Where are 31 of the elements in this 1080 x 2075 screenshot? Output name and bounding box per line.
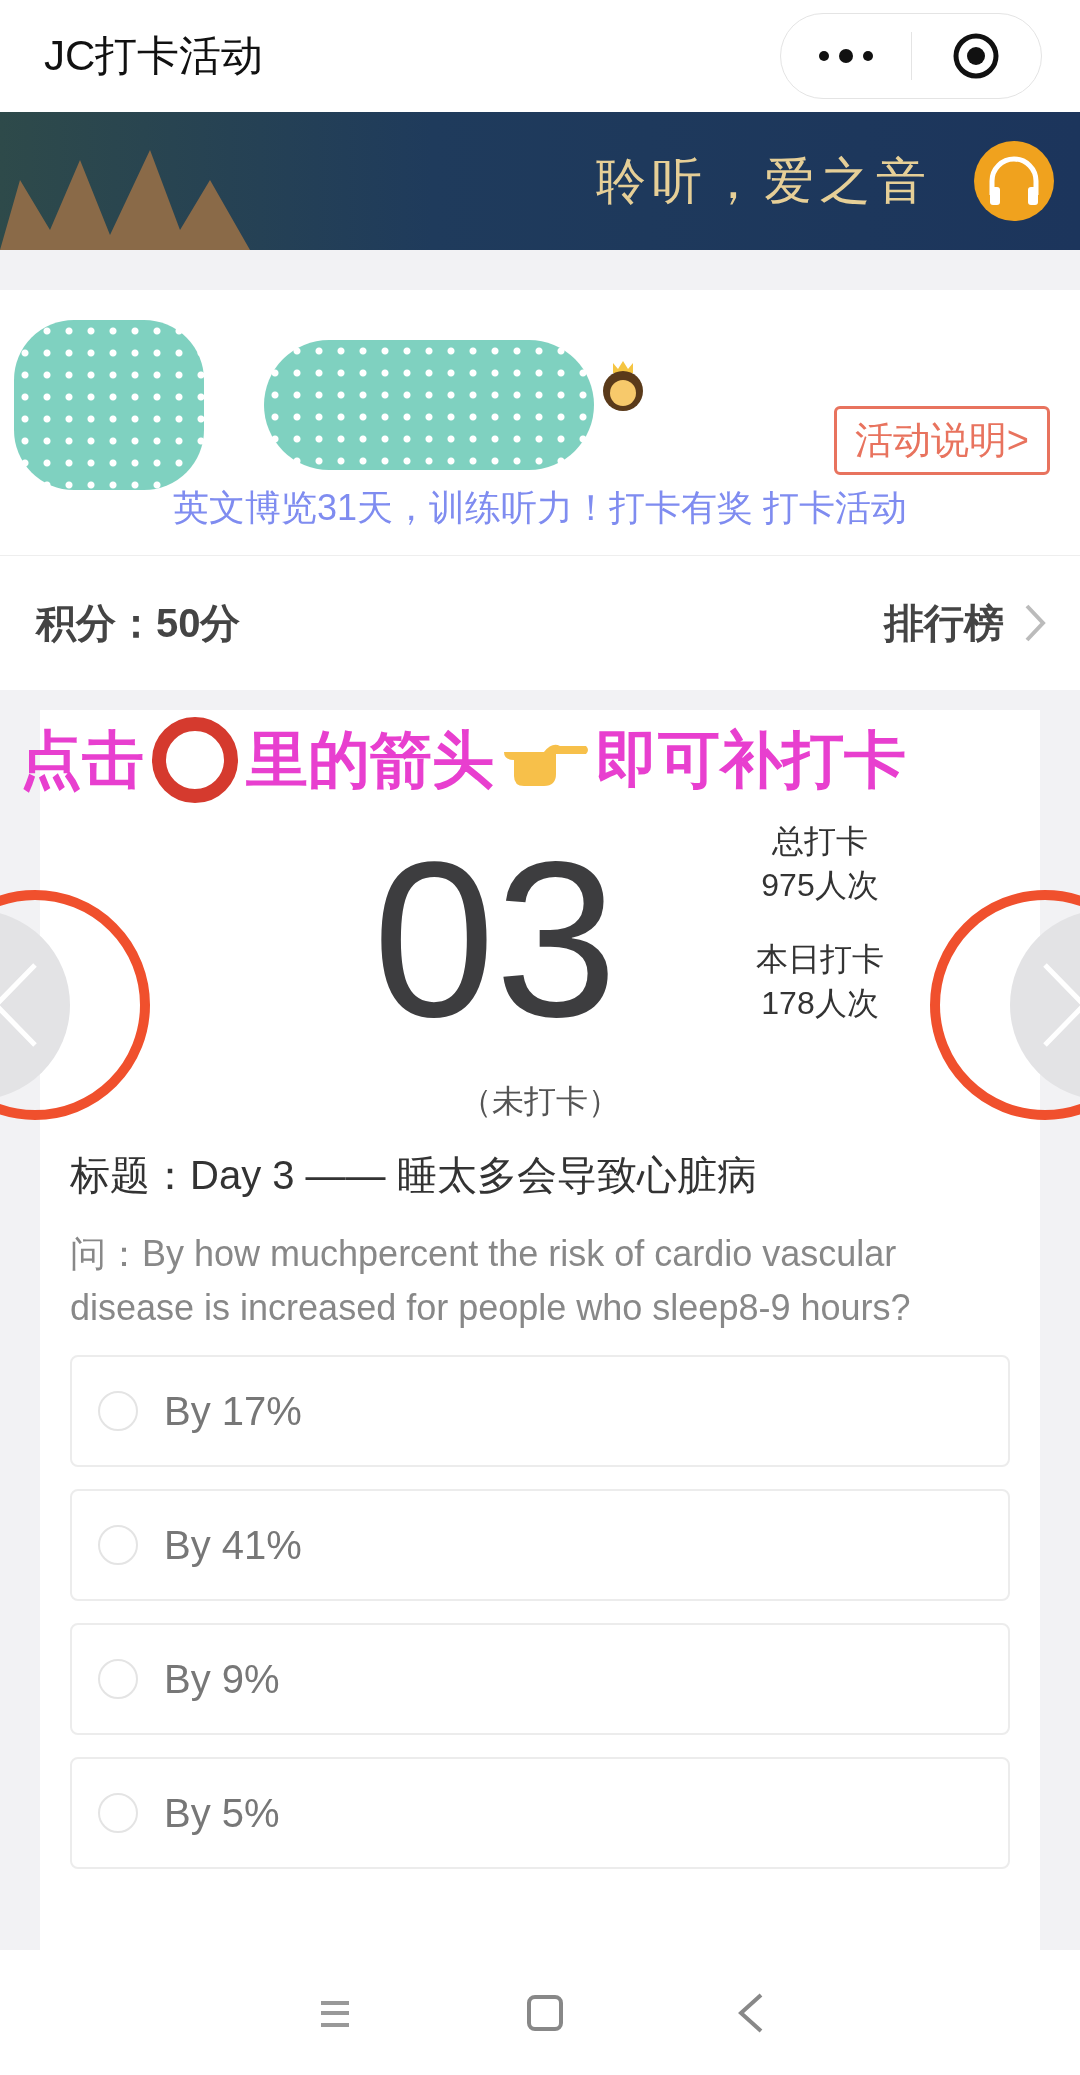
stat-value: 178人次 <box>761 984 879 1023</box>
ring-icon <box>150 715 240 805</box>
more-icon[interactable] <box>817 48 874 64</box>
slogan-text: 英文博览31天，训练听力！打卡有奖 打卡活动 <box>171 486 908 530</box>
home-square-icon[interactable] <box>525 1992 565 2033</box>
banner-text: 聆听，爱之音 <box>596 150 932 212</box>
radio-button[interactable] <box>98 1659 138 1699</box>
radio-button[interactable] <box>98 1793 138 1833</box>
stat-label: 总打卡 <box>772 822 868 861</box>
answer-option[interactable]: By 9% <box>70 1623 1010 1735</box>
checkin-status: （未打卡） <box>459 1082 621 1121</box>
radio-button[interactable] <box>98 1525 138 1565</box>
answer-option[interactable]: By 41% <box>70 1489 1010 1601</box>
annotation-text: 里的箭头 <box>246 724 494 796</box>
day-number: 03 <box>371 816 619 1065</box>
headphones-icon[interactable] <box>972 139 1056 223</box>
answer-option[interactable]: By 17% <box>70 1355 1010 1467</box>
chevron-icon <box>1024 603 1046 643</box>
annotation-text: 即可补打卡 <box>596 724 906 796</box>
score-text: 积分：50分 <box>36 599 241 647</box>
activity-info-button[interactable]: 活动说明> <box>833 405 1050 475</box>
annotation-text: 点击 <box>20 724 144 796</box>
answer-option[interactable]: By 5% <box>70 1757 1010 1869</box>
leaderboard-link[interactable]: 排行榜 <box>878 594 1052 652</box>
stat-label: 本日打卡 <box>756 940 884 979</box>
question-text: 问：By how muchpercent the risk of cardio vascular disease is increased for people who sleep8-9 hours? <box>70 1232 912 1330</box>
stat-value: 975人次 <box>761 866 879 905</box>
close-target-icon[interactable] <box>952 32 1001 80</box>
radio-button[interactable] <box>98 1391 138 1431</box>
question-title: 标题：Day 3 —— 睡太多会导致心脏病 <box>70 1152 758 1199</box>
page-title: JC打卡活动 <box>44 31 264 81</box>
